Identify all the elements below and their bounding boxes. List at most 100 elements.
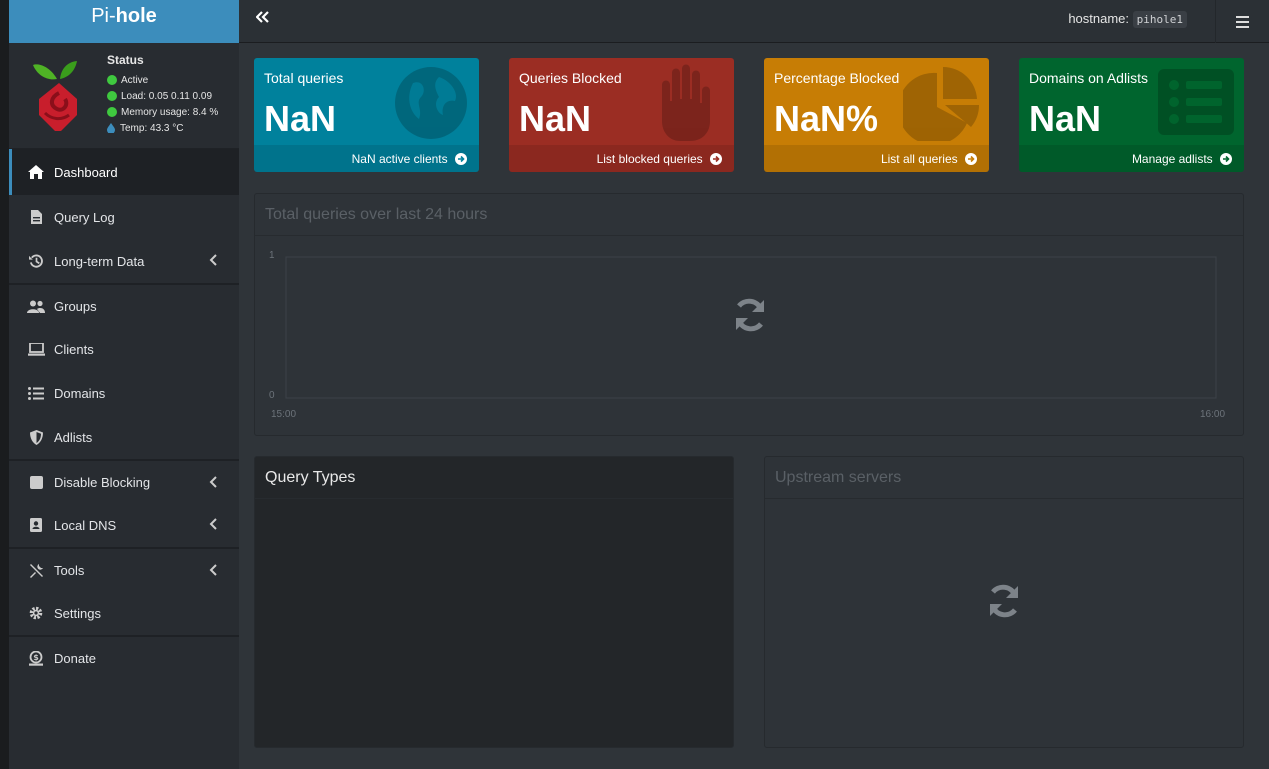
history-icon	[27, 252, 45, 270]
status-active: Active	[121, 74, 149, 86]
sidebar-item-dashboard[interactable]: Dashboard	[9, 149, 239, 195]
double-chevron-left-icon	[255, 11, 269, 23]
sidebar-item-label: Adlists	[54, 429, 93, 445]
stat-label: Percentage Blocked	[774, 70, 900, 86]
status-title: Status	[107, 53, 144, 67]
app-root: Pi-hole Status Active Load: 0.05 0.11 0.…	[9, 0, 1269, 769]
stat-label: Queries Blocked	[519, 70, 622, 86]
y-tick-label: 1	[269, 250, 275, 261]
arrow-circle-right-icon	[965, 153, 977, 165]
stat-queries-blocked: Queries Blocked NaN List blocked queries	[509, 58, 734, 172]
hamburger-menu-icon	[1236, 15, 1249, 28]
gear-icon	[27, 604, 45, 622]
sidebar-nav: Dashboard Query Log Long-term Data Group…	[9, 149, 239, 679]
brand-logo-text[interactable]: Pi-hole	[9, 0, 239, 43]
sidebar-item-label: Local DNS	[54, 517, 117, 533]
sidebar-item-label: Query Log	[54, 209, 115, 225]
stop-icon	[27, 473, 45, 491]
x-tick-label: 16:00	[1200, 409, 1226, 420]
sidebar-item-local-dns[interactable]: Local DNS	[9, 503, 239, 547]
status-dot-icon	[107, 75, 117, 85]
load-dot-icon	[107, 91, 117, 101]
file-icon	[27, 208, 45, 226]
stat-footer-link[interactable]: Manage adlists	[1019, 145, 1244, 172]
sidebar-item-label: Groups	[54, 298, 97, 314]
status-active-line: Active	[107, 72, 218, 88]
stat-percentage-blocked: Percentage Blocked NaN% List all queries	[764, 58, 989, 172]
sidebar-item-label: Domains	[54, 385, 106, 401]
sidebar-item-groups[interactable]: Groups	[9, 283, 239, 327]
sidebar-item-disable-blocking[interactable]: Disable Blocking	[9, 459, 239, 503]
status-load-line: Load: 0.05 0.11 0.09	[107, 88, 218, 104]
status-load: Load: 0.05 0.11 0.09	[121, 90, 213, 102]
sidebar-item-label: Settings	[54, 605, 101, 621]
stat-footer-text: List blocked queries	[596, 152, 703, 166]
sidebar-item-settings[interactable]: Settings	[9, 591, 239, 635]
loading-spinner-icon	[990, 584, 1018, 618]
brand-prefix: Pi-	[91, 5, 116, 27]
sidebar-item-domains[interactable]: Domains	[9, 371, 239, 415]
sidebar-item-label: Donate	[54, 650, 96, 666]
sidebar: Pi-hole Status Active Load: 0.05 0.11 0.…	[9, 0, 239, 769]
list-alt-icon	[1158, 69, 1234, 135]
stat-value: NaN	[519, 98, 592, 139]
stat-value: NaN	[1029, 98, 1102, 139]
temperature-drop-icon	[107, 123, 115, 133]
status-temp-line: Temp: 43.3 °C	[107, 120, 218, 136]
sidebar-item-label: Dashboard	[54, 164, 118, 180]
stat-label: Total queries	[264, 70, 344, 86]
stat-domains-on-adlists: Domains on Adlists NaN Manage adlists	[1019, 58, 1244, 172]
sidebar-item-label: Disable Blocking	[54, 474, 151, 490]
sidebar-item-label: Long-term Data	[54, 253, 145, 269]
address-book-icon	[27, 516, 45, 534]
arrow-circle-right-icon	[455, 153, 467, 165]
arrow-circle-right-icon	[1220, 153, 1232, 165]
home-icon	[27, 163, 45, 181]
chevron-left-icon	[209, 254, 217, 266]
query-types-panel: Query Types	[254, 456, 734, 748]
stat-value: NaN	[264, 98, 337, 139]
chevron-left-icon	[209, 476, 217, 488]
chevron-left-icon	[209, 564, 217, 576]
sidebar-item-adlists[interactable]: Adlists	[9, 415, 239, 459]
brand-name: hole	[115, 5, 157, 27]
laptop-icon	[27, 340, 45, 358]
sidebar-item-label: Tools	[54, 562, 85, 578]
users-icon	[27, 297, 45, 315]
top-navbar: hostname: pihole1	[239, 0, 1269, 43]
stat-total-queries: Total queries NaN NaN active clients	[254, 58, 479, 172]
pihole-logo-icon	[33, 61, 77, 131]
list-icon	[27, 384, 45, 402]
tools-icon	[27, 561, 45, 579]
stat-footer-link[interactable]: List all queries	[764, 145, 989, 172]
queries-over-time-panel: Total queries over last 24 hours 1 0 15:…	[254, 193, 1244, 436]
upstream-servers-panel: Upstream servers	[764, 456, 1244, 748]
sidebar-toggle-button[interactable]	[255, 10, 272, 26]
stat-footer-text: List all queries	[880, 152, 958, 166]
x-tick-label: 15:00	[271, 409, 297, 420]
status-panel: Status Active Load: 0.05 0.11 0.09 Memor…	[9, 43, 239, 149]
sidebar-item-query-log[interactable]: Query Log	[9, 195, 239, 239]
stat-value: NaN%	[774, 98, 879, 139]
globe-icon	[395, 67, 467, 139]
sidebar-item-long-term-data[interactable]: Long-term Data	[9, 239, 239, 283]
y-tick-label: 0	[269, 390, 275, 401]
stat-label: Domains on Adlists	[1029, 70, 1149, 86]
loading-spinner-icon	[736, 298, 764, 332]
control-sidebar-button[interactable]	[1215, 0, 1269, 43]
pie-chart-icon	[903, 66, 979, 141]
stat-footer-link[interactable]: List blocked queries	[509, 145, 734, 172]
donate-icon: $	[27, 649, 45, 667]
status-memory-line: Memory usage: 8.4 %	[107, 104, 218, 120]
status-memory: Memory usage: 8.4 %	[121, 106, 219, 118]
hand-icon	[662, 64, 710, 141]
sidebar-item-tools[interactable]: Tools	[9, 547, 239, 591]
status-temp: Temp: 43.3 °C	[120, 122, 184, 134]
shield-icon	[27, 428, 45, 446]
sidebar-item-clients[interactable]: Clients	[9, 327, 239, 371]
chevron-left-icon	[209, 518, 217, 530]
stat-footer-link[interactable]: NaN active clients	[254, 145, 479, 172]
main-content: Total queries NaN NaN active clients Que…	[239, 43, 1269, 769]
sidebar-item-donate[interactable]: $ Donate	[9, 635, 239, 679]
query-types-title: Query Types	[255, 457, 733, 499]
